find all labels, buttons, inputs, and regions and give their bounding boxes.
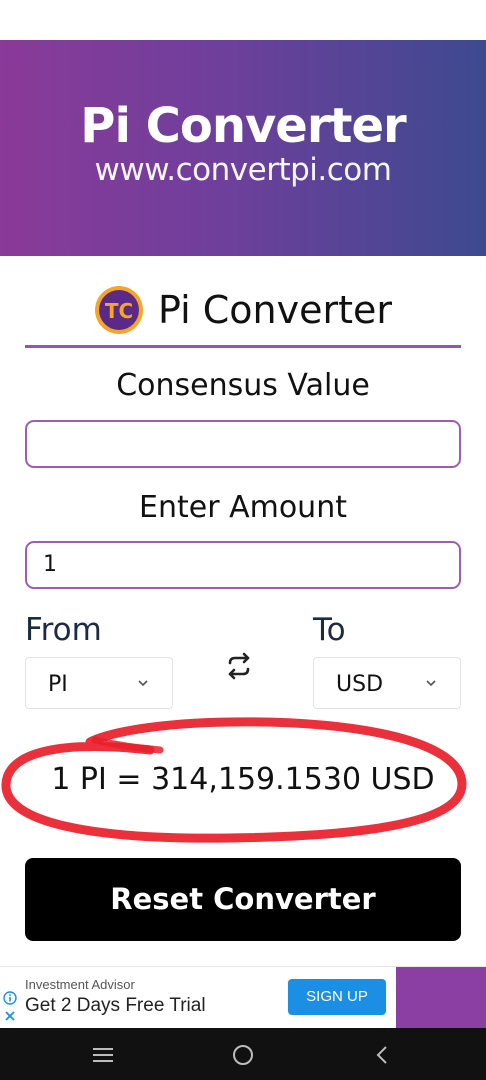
to-currency-value: USD [336,672,384,697]
close-icon[interactable] [3,1009,17,1023]
ad-signup-button[interactable]: SIGN UP [288,979,386,1015]
enter-amount-label: Enter Amount [139,490,347,525]
consensus-value-label: Consensus Value [116,368,370,403]
home-circle-icon[interactable] [230,1042,256,1068]
banner-title: Pi Converter [80,98,406,154]
to-currency-select[interactable]: USD [313,657,461,709]
converter-title: Pi Converter [158,288,392,332]
from-currency-select[interactable]: PI [25,657,173,709]
converter-header: TC Pi Converter [0,282,486,338]
reset-converter-button[interactable]: Reset Converter [25,858,461,941]
conversion-result: 1 PI = 314,159.1530 USD [51,762,435,797]
swap-arrows-icon[interactable] [222,649,256,683]
site-banner: Pi Converter www.convertpi.com [0,40,486,256]
menu-lines-icon[interactable] [90,1042,116,1068]
to-label: To [313,612,346,648]
ad-side-panel [396,967,486,1029]
consensus-value-input[interactable] [25,420,461,468]
android-nav-bar [0,1028,486,1080]
pi-coin-logo-icon: TC [95,286,143,334]
from-currency-value: PI [48,672,68,697]
chevron-down-icon [138,680,148,687]
info-icon[interactable] [3,991,17,1005]
chevron-down-icon [426,680,436,687]
logo-text: TC [105,299,133,323]
ad-eyebrow: Investment Advisor [25,977,135,992]
header-divider [25,345,461,348]
amount-input[interactable]: 1 [25,541,461,589]
ad-banner[interactable]: Investment Advisor Get 2 Days Free Trial… [0,966,486,1029]
ad-headline: Get 2 Days Free Trial [25,995,206,1016]
from-label: From [25,612,102,648]
back-chevron-icon[interactable] [370,1042,396,1068]
banner-url: www.convertpi.com [94,152,392,188]
status-bar-area [0,0,486,40]
